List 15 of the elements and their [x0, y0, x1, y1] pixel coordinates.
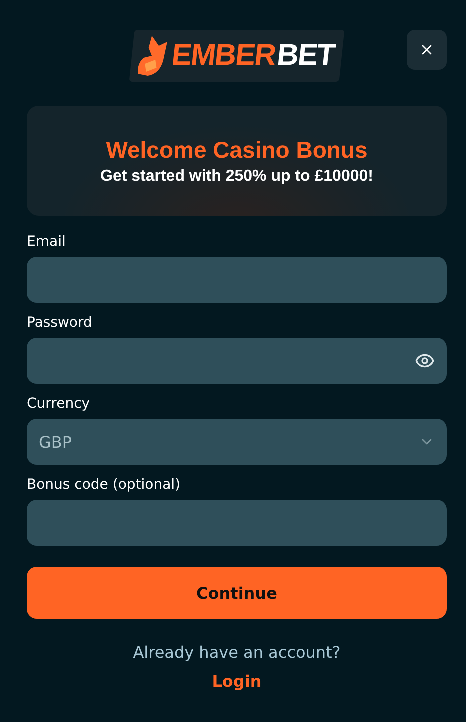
- input-field[interactable]: [27, 257, 447, 303]
- close-button[interactable]: [407, 30, 447, 70]
- field-label: Email: [27, 234, 67, 250]
- password-field[interactable]: [27, 338, 447, 384]
- bonus-subtitle: Get started with 250% up to £10000!: [100, 168, 374, 186]
- field-label: Bonus code (optional): [27, 477, 182, 493]
- bonus-title: Welcome Casino Bonus: [106, 136, 368, 164]
- account-prompt: Already have an account?: [132, 643, 342, 662]
- login-link[interactable]: Login: [212, 672, 262, 691]
- field-label: Currency: [27, 396, 92, 412]
- input-field[interactable]: [27, 500, 447, 546]
- continue-button[interactable]: Continue: [27, 567, 447, 619]
- currency-select[interactable]: GBP: [27, 419, 447, 465]
- logo: EMBERBET: [129, 30, 345, 82]
- field-label: Password: [27, 315, 94, 331]
